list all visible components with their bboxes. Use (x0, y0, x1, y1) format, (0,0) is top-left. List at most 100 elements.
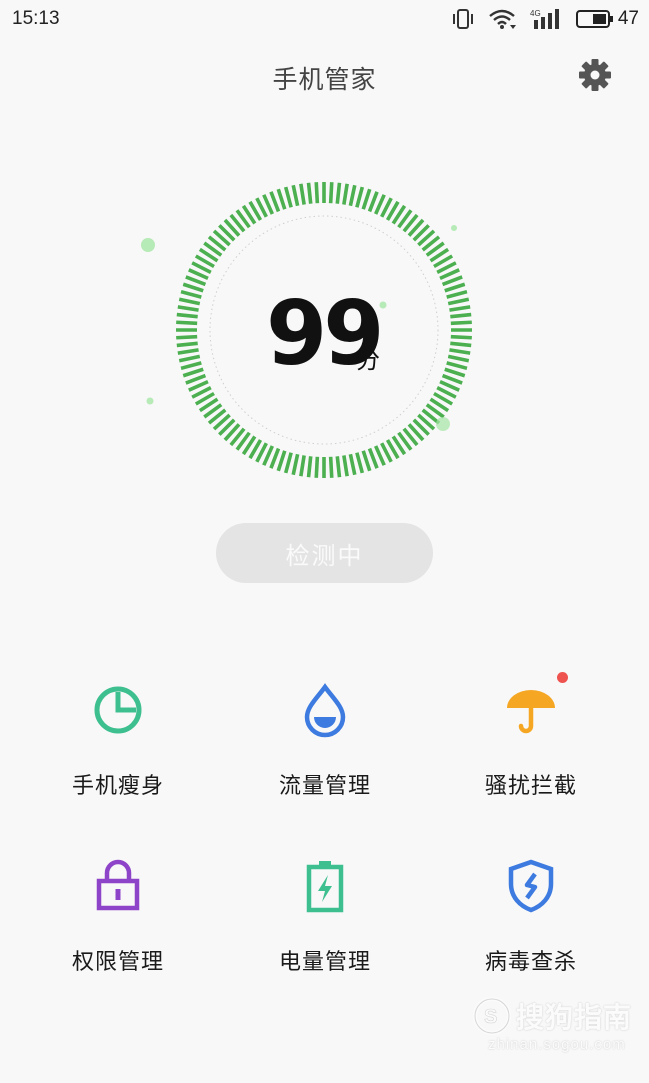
ring-tick (450, 341, 472, 348)
tool-permissions[interactable]: 权限管理 (28, 858, 208, 998)
ring-tick (176, 341, 198, 348)
ring-tick (176, 312, 198, 319)
ring-tick (450, 334, 472, 340)
ring-tick (306, 456, 313, 478)
notification-badge (557, 672, 568, 683)
ring-tick (299, 183, 306, 205)
ring-tick (328, 456, 334, 478)
ring-tick (269, 447, 281, 469)
battery-indicator: 47 (575, 8, 639, 30)
ring-tick (449, 348, 471, 355)
floating-particle (379, 301, 387, 309)
ring-tick (342, 455, 349, 477)
tool-label: 流量管理 (278, 774, 371, 799)
ring-tick (447, 297, 470, 306)
ring-tick (180, 289, 202, 299)
tool-label: 权限管理 (71, 950, 164, 975)
ring-tick (182, 282, 204, 293)
ring-tick (314, 456, 320, 478)
ring-tick (185, 275, 207, 287)
tool-label: 病毒查杀 (484, 950, 577, 975)
lock-icon (90, 858, 146, 914)
ring-tick (182, 367, 204, 378)
battery-percent: 47 (617, 8, 639, 29)
ring-tick (283, 186, 293, 208)
ring-tick (441, 373, 463, 385)
floating-particle (451, 225, 457, 231)
battery-status-icon (575, 9, 614, 29)
gear-icon (579, 59, 611, 91)
ring-tick (314, 182, 320, 204)
tool-power[interactable]: 电量管理 (235, 858, 415, 998)
score-unit: 分 (356, 346, 380, 374)
watermark: S 搜狗指南 zhinan.sogou.com (470, 992, 640, 1062)
ring-tick (335, 182, 342, 204)
ring-tick (276, 450, 287, 472)
sogou-logo-icon: S (473, 997, 511, 1035)
ring-tick (178, 297, 201, 306)
ring-tick (177, 348, 199, 355)
scan-button[interactable]: 检测中 (216, 523, 433, 583)
floating-particle (146, 397, 154, 405)
vibrate-icon (452, 8, 474, 30)
ring-tick (328, 182, 334, 204)
status-bar: 15:13 4G 47 (0, 0, 649, 40)
ring-tick (283, 452, 293, 474)
ring-tick (306, 182, 313, 204)
status-time: 15:13 (12, 8, 60, 29)
score-panel: 99 分 (0, 150, 649, 520)
ring-tick (355, 186, 365, 208)
tool-antivirus[interactable]: 病毒查杀 (441, 858, 621, 998)
ring-tick (335, 456, 342, 478)
ring-tick (342, 183, 349, 205)
ring-tick (355, 452, 365, 474)
tool-phone-cleanup[interactable]: 手机瘦身 (28, 682, 208, 822)
ring-tick (449, 305, 471, 312)
network-label: 4G (530, 9, 541, 18)
page-title: 手机管家 (272, 65, 377, 94)
ring-tick (177, 305, 199, 312)
ring-tick (444, 367, 466, 378)
shield-icon (503, 858, 559, 914)
ring-tick (367, 191, 379, 213)
wifi-icon (488, 8, 516, 30)
tool-spam-block[interactable]: 骚扰拦截 (441, 672, 621, 822)
ring-tick (348, 453, 357, 476)
ring-tick (441, 275, 463, 287)
water-drop-icon (297, 682, 353, 738)
ring-tick (447, 354, 470, 363)
ring-tick (299, 455, 306, 477)
ring-tick (176, 320, 198, 326)
pie-chart-icon (90, 682, 146, 738)
ring-tick (446, 361, 468, 371)
umbrella-icon (503, 682, 559, 738)
signal-icon: 4G (530, 8, 562, 30)
ring-tick (450, 320, 472, 326)
tool-label: 骚扰拦截 (484, 774, 577, 799)
ring-tick (444, 282, 466, 293)
tool-label: 电量管理 (278, 950, 371, 975)
ring-tick (361, 188, 372, 210)
watermark-text: 搜狗指南 (516, 1001, 633, 1034)
ring-tick (180, 361, 202, 371)
ring-tick (446, 289, 468, 299)
ring-tick (185, 373, 207, 385)
ring-tick (176, 334, 198, 340)
ring-tick (367, 447, 379, 469)
settings-button[interactable] (575, 55, 615, 95)
svg-text:S: S (484, 1006, 497, 1028)
ring-tick (450, 312, 472, 319)
ring-tick (348, 184, 357, 207)
ring-tick (269, 191, 281, 213)
ring-tick (361, 450, 372, 472)
tool-data-usage[interactable]: 流量管理 (235, 682, 415, 822)
ring-tick (178, 354, 201, 363)
watermark-url: zhinan.sogou.com (488, 1036, 626, 1053)
floating-particle (141, 238, 155, 252)
ring-tick (291, 184, 300, 207)
ring-tick (291, 453, 300, 476)
ring-tick (276, 188, 287, 210)
tool-label: 手机瘦身 (71, 774, 164, 799)
floating-particle (436, 417, 450, 431)
status-icons: 4G 47 (452, 6, 639, 32)
